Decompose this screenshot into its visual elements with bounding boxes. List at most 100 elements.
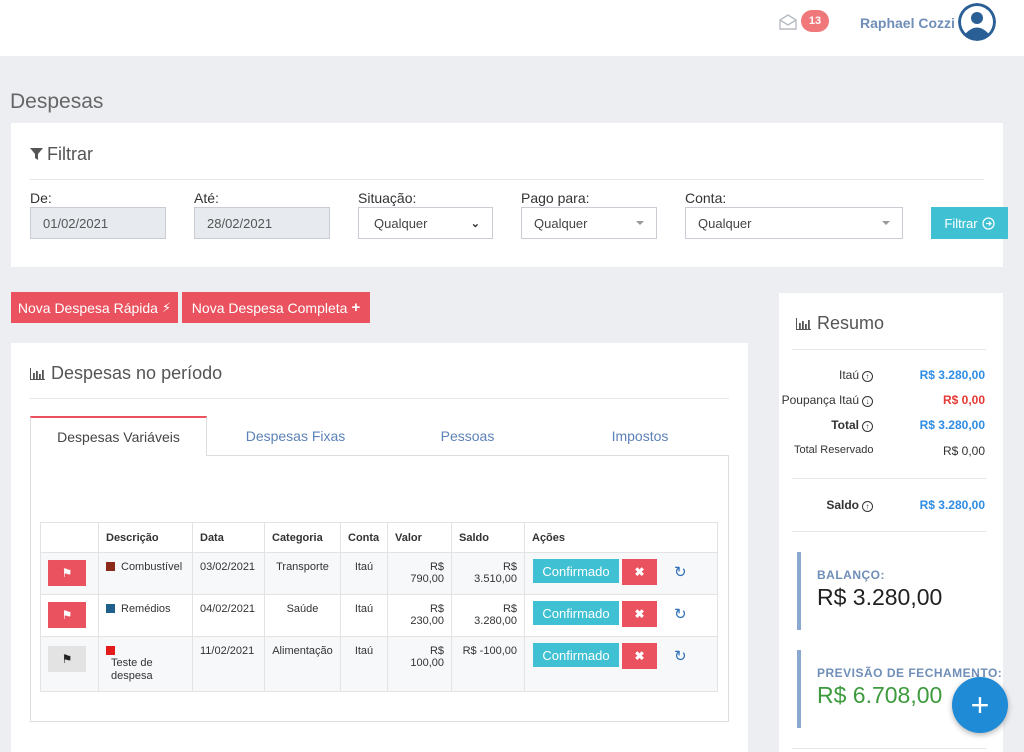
confirm-button[interactable]: Confirmado: [533, 643, 619, 667]
divider: [792, 478, 986, 479]
conta-value: Qualquer: [698, 215, 752, 231]
total-label: Total: [831, 418, 859, 432]
column-header: Saldo: [451, 522, 525, 553]
saldo-label: Saldo: [826, 498, 859, 512]
envelope-icon[interactable]: [779, 14, 797, 30]
situacao-label: Situação:: [358, 190, 417, 206]
column-header: Categoria: [264, 522, 341, 553]
expense-account: Itaú: [340, 636, 388, 692]
chevron-down-icon: ⌄: [470, 217, 480, 230]
conta-label: Conta:: [685, 190, 727, 206]
filter-title-label: Filtrar: [47, 144, 93, 164]
caret-down-icon: [882, 221, 890, 225]
category-color-swatch: [106, 604, 115, 613]
user-name[interactable]: Raphael Cozzi: [860, 15, 955, 31]
expense-balance: R$ -100,00: [451, 636, 525, 692]
filter-title: Filtrar: [30, 144, 93, 165]
expense-description: Teste de despesa: [111, 657, 153, 682]
expense-date: 11/02/2021: [192, 636, 265, 692]
expense-date: 03/02/2021: [192, 552, 265, 595]
expense-value: R$ 230,00: [387, 594, 452, 637]
close-icon: ✖: [634, 649, 645, 663]
tabs: Despesas Variáveis Despesas Fixas Pessoa…: [30, 416, 729, 456]
de-date-field[interactable]: 01/02/2021: [30, 207, 166, 239]
undo-icon[interactable]: ↻: [674, 647, 687, 665]
undo-icon[interactable]: ↻: [674, 605, 687, 623]
expense-category: Saúde: [264, 594, 341, 637]
tab-despesas-fixas[interactable]: Despesas Fixas: [207, 416, 384, 456]
top-bar: 13 Raphael Cozzi: [0, 0, 1024, 56]
balanco-box: BALANÇO: R$ 3.280,00: [797, 552, 987, 630]
filter-panel: Filtrar: [11, 123, 1003, 267]
confirm-button[interactable]: Confirmado: [533, 559, 619, 583]
pago-select[interactable]: Qualquer: [521, 207, 657, 239]
column-header: Valor: [387, 522, 452, 553]
arrow-up-circle-icon: ↑: [862, 501, 873, 512]
flag-icon: ⚑: [61, 566, 73, 580]
column-header: Data: [192, 522, 265, 553]
expenses-panel: Despesas no período Despesas Variáveis D…: [11, 343, 748, 752]
divider: [30, 179, 984, 180]
nova-despesa-rapida-button[interactable]: Nova Despesa Rápida ⚡︎: [11, 292, 178, 323]
table-row: ⚑ Teste de despesa 11/02/2021 Alimentaçã…: [40, 636, 718, 692]
previsao-label: PREVISÃO DE FECHAMENTO:: [817, 666, 1003, 680]
pago-label: Pago para:: [521, 190, 590, 206]
flag-button[interactable]: ⚑: [48, 646, 86, 672]
add-fab-button[interactable]: +: [952, 677, 1008, 733]
caret-down-icon: [636, 221, 644, 225]
avatar-icon[interactable]: [958, 3, 996, 41]
nova-despesa-completa-label: Nova Despesa Completa: [191, 299, 348, 316]
conta-select[interactable]: Qualquer: [685, 207, 903, 239]
expense-category: Alimentação: [264, 636, 341, 692]
expense-account: Itaú: [340, 594, 388, 637]
expense-category: Transporte: [264, 552, 341, 595]
page-title: Despesas: [10, 90, 104, 113]
flag-icon: ⚑: [61, 608, 73, 622]
itau-label: Itaú: [838, 368, 859, 382]
reservado-label: Total Reservado: [794, 444, 874, 456]
filter-icon: [30, 148, 43, 160]
confirm-button[interactable]: Confirmado: [533, 601, 619, 625]
flag-button[interactable]: ⚑: [48, 602, 86, 628]
arrow-up-circle-icon: ↑: [862, 421, 873, 432]
summary-title: Resumo: [796, 313, 884, 334]
delete-button[interactable]: ✖: [622, 559, 657, 585]
plus-icon: +: [351, 299, 361, 316]
expenses-title: Despesas no período: [30, 363, 222, 384]
filter-button[interactable]: Filtrar: [931, 207, 1008, 239]
expense-value: R$ 790,00: [387, 552, 452, 595]
table-header-row: Descrição Data Categoria Conta Valor Sal…: [40, 522, 718, 553]
tab-impostos[interactable]: Impostos: [551, 416, 729, 456]
de-label: De:: [30, 190, 52, 206]
column-header: Conta: [340, 522, 388, 553]
ate-label: Até:: [194, 190, 219, 206]
category-color-swatch: [106, 562, 115, 571]
tab-despesas-variaveis[interactable]: Despesas Variáveis: [30, 416, 207, 456]
divider: [30, 398, 729, 399]
flag-icon: ⚑: [61, 652, 73, 666]
nova-despesa-rapida-label: Nova Despesa Rápida: [17, 299, 158, 316]
undo-icon[interactable]: ↻: [674, 563, 687, 581]
divider: [792, 748, 986, 749]
reservado-value: R$ 0,00: [942, 444, 985, 458]
delete-button[interactable]: ✖: [622, 643, 657, 669]
delete-button[interactable]: ✖: [622, 601, 657, 627]
expense-account: Itaú: [340, 552, 388, 595]
plus-icon: +: [970, 686, 990, 723]
table-row: ⚑ Remédios 04/02/2021 Saúde Itaú R$ 230,…: [40, 594, 718, 637]
tab-pessoas[interactable]: Pessoas: [384, 416, 551, 456]
flag-button[interactable]: ⚑: [48, 560, 86, 586]
filter-button-label: Filtrar: [944, 215, 978, 231]
close-icon: ✖: [634, 565, 645, 579]
situacao-select[interactable]: Qualquer ⌄: [358, 207, 493, 239]
nova-despesa-completa-button[interactable]: Nova Despesa Completa +: [182, 292, 370, 323]
category-color-swatch: [106, 646, 115, 655]
table-row: ⚑ Combustível 03/02/2021 Transporte Itaú…: [40, 552, 718, 595]
bar-chart-icon: [30, 367, 45, 380]
poupanca-value: R$ 0,00: [942, 393, 985, 407]
divider: [792, 531, 986, 532]
saldo-value: R$ 3.280,00: [919, 498, 985, 512]
ate-date-field[interactable]: 28/02/2021: [194, 207, 330, 239]
expense-description: Combustível: [121, 561, 183, 573]
notification-badge[interactable]: 13: [801, 10, 829, 32]
